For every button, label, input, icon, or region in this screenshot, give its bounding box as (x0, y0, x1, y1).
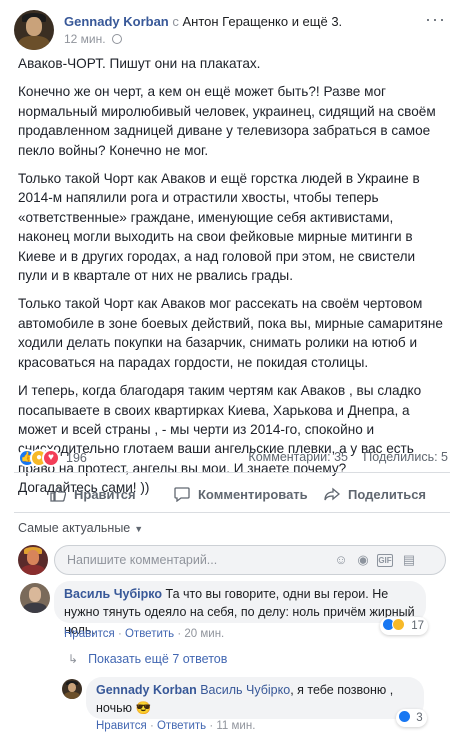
comment-input[interactable]: Напишите комментарий... ☺ ◉ GIF ▤ (54, 545, 446, 575)
divider (14, 512, 450, 513)
post-actions: Нравится Комментировать Поделиться (14, 478, 450, 510)
reply-reaction-count: 3 (416, 712, 423, 724)
author-avatar[interactable] (14, 10, 54, 50)
comment-reactions[interactable]: 17 (380, 617, 428, 635)
comment-meta: Нравится · Ответить · 20 мин. (64, 628, 225, 640)
comment-bubble: Василь Чубірко Та что вы говорите, одни … (54, 581, 426, 637)
sticker-icon[interactable]: ▤ (401, 552, 417, 568)
post-stats: 👍 ● ♥ 196 Комментарии: 35 Поделились: 5 (18, 448, 448, 468)
like-button[interactable]: Нравится (50, 478, 136, 510)
comment-reply-link[interactable]: Ответить (125, 628, 174, 640)
comment-time[interactable]: 20 мин. (184, 628, 224, 640)
caret-down-icon: ▼ (134, 524, 144, 534)
reply-like-link[interactable]: Нравится (96, 720, 147, 732)
commenter-avatar[interactable] (20, 583, 50, 613)
post-author-line: Gennady Korban с Антон Геращенко и ещё 3… (64, 14, 342, 29)
like-button-label: Нравится (74, 486, 136, 502)
post-body: Аваков-ЧОРТ. Пишут они на плакатах. Коне… (18, 54, 448, 507)
comment-button-label: Комментировать (198, 486, 308, 502)
angry-reaction-icon (392, 618, 405, 631)
author-name-link[interactable]: Gennady Korban (64, 14, 169, 29)
post-paragraph: Только такой Чорт как Аваков мог рассека… (18, 296, 443, 370)
reply-reactions[interactable]: 3 (396, 709, 427, 727)
reply-time[interactable]: 11 мин. (216, 720, 255, 732)
reply-author-link[interactable]: Gennady Korban (96, 683, 197, 697)
share-icon (324, 486, 341, 502)
share-button[interactable]: Поделиться (324, 478, 426, 510)
post-paragraph: Конечно же он черт, а кем он ещё может б… (18, 84, 436, 158)
reaction-count: 196 (66, 451, 87, 465)
reply-bubble: Gennady Korban Василь Чубірко, я тебе по… (86, 677, 424, 719)
gif-icon[interactable]: GIF (377, 554, 393, 567)
comment-author-link[interactable]: Василь Чубірко (64, 587, 162, 601)
globe-icon (111, 34, 122, 44)
with-label: с (172, 14, 179, 29)
like-reaction-icon (398, 710, 411, 723)
more-options-button[interactable]: ··· (425, 9, 446, 29)
thumbs-up-icon (50, 486, 67, 502)
reply-arrow-icon: ↳ (68, 652, 79, 666)
divider (14, 472, 450, 473)
comment-button[interactable]: Комментировать (174, 478, 308, 510)
reply-author-avatar[interactable] (62, 679, 82, 699)
reply-meta: Нравится · Ответить · 11 мин. (96, 720, 256, 732)
post-header: Gennady Korban с Антон Геращенко и ещё 3… (14, 10, 450, 50)
show-more-replies-link[interactable]: ↳ Показать ещё 7 ответов (68, 652, 227, 666)
post-meta: 12 мин. (64, 32, 122, 46)
ellipsis-icon: ··· (425, 9, 446, 29)
emoji-icon[interactable]: ☺ (333, 552, 349, 568)
sort-label: Самые актуальные (18, 521, 131, 535)
comment-input-placeholder: Напишите комментарий... (67, 553, 218, 567)
comments-count-link[interactable]: Комментарии: 35 (248, 450, 348, 464)
comment-like-link[interactable]: Нравится (64, 628, 115, 640)
comment-reaction-count: 17 (411, 620, 424, 632)
reply-mention-link[interactable]: Василь Чубірко (200, 683, 290, 697)
tagged-person-link[interactable]: Антон Геращенко (183, 14, 289, 29)
comment-sort-dropdown[interactable]: Самые актуальные ▼ (18, 521, 143, 535)
camera-icon[interactable]: ◉ (355, 552, 371, 568)
post-paragraph: Аваков-ЧОРТ. Пишут они на плакатах. (18, 56, 261, 71)
reply-reply-link[interactable]: Ответить (157, 720, 206, 732)
share-button-label: Поделиться (348, 486, 427, 502)
tagged-others-link[interactable]: и ещё 3. (292, 14, 342, 29)
post-time[interactable]: 12 мин. (64, 32, 106, 46)
post-paragraph: Только такой Чорт как Аваков и ещё горст… (18, 171, 420, 284)
love-reaction-icon: ♥ (42, 449, 60, 467)
comment-icon (174, 486, 190, 503)
shares-count-link[interactable]: Поделились: 5 (363, 450, 448, 464)
current-user-avatar (18, 545, 48, 575)
more-replies-label: Показать ещё 7 ответов (88, 652, 228, 666)
